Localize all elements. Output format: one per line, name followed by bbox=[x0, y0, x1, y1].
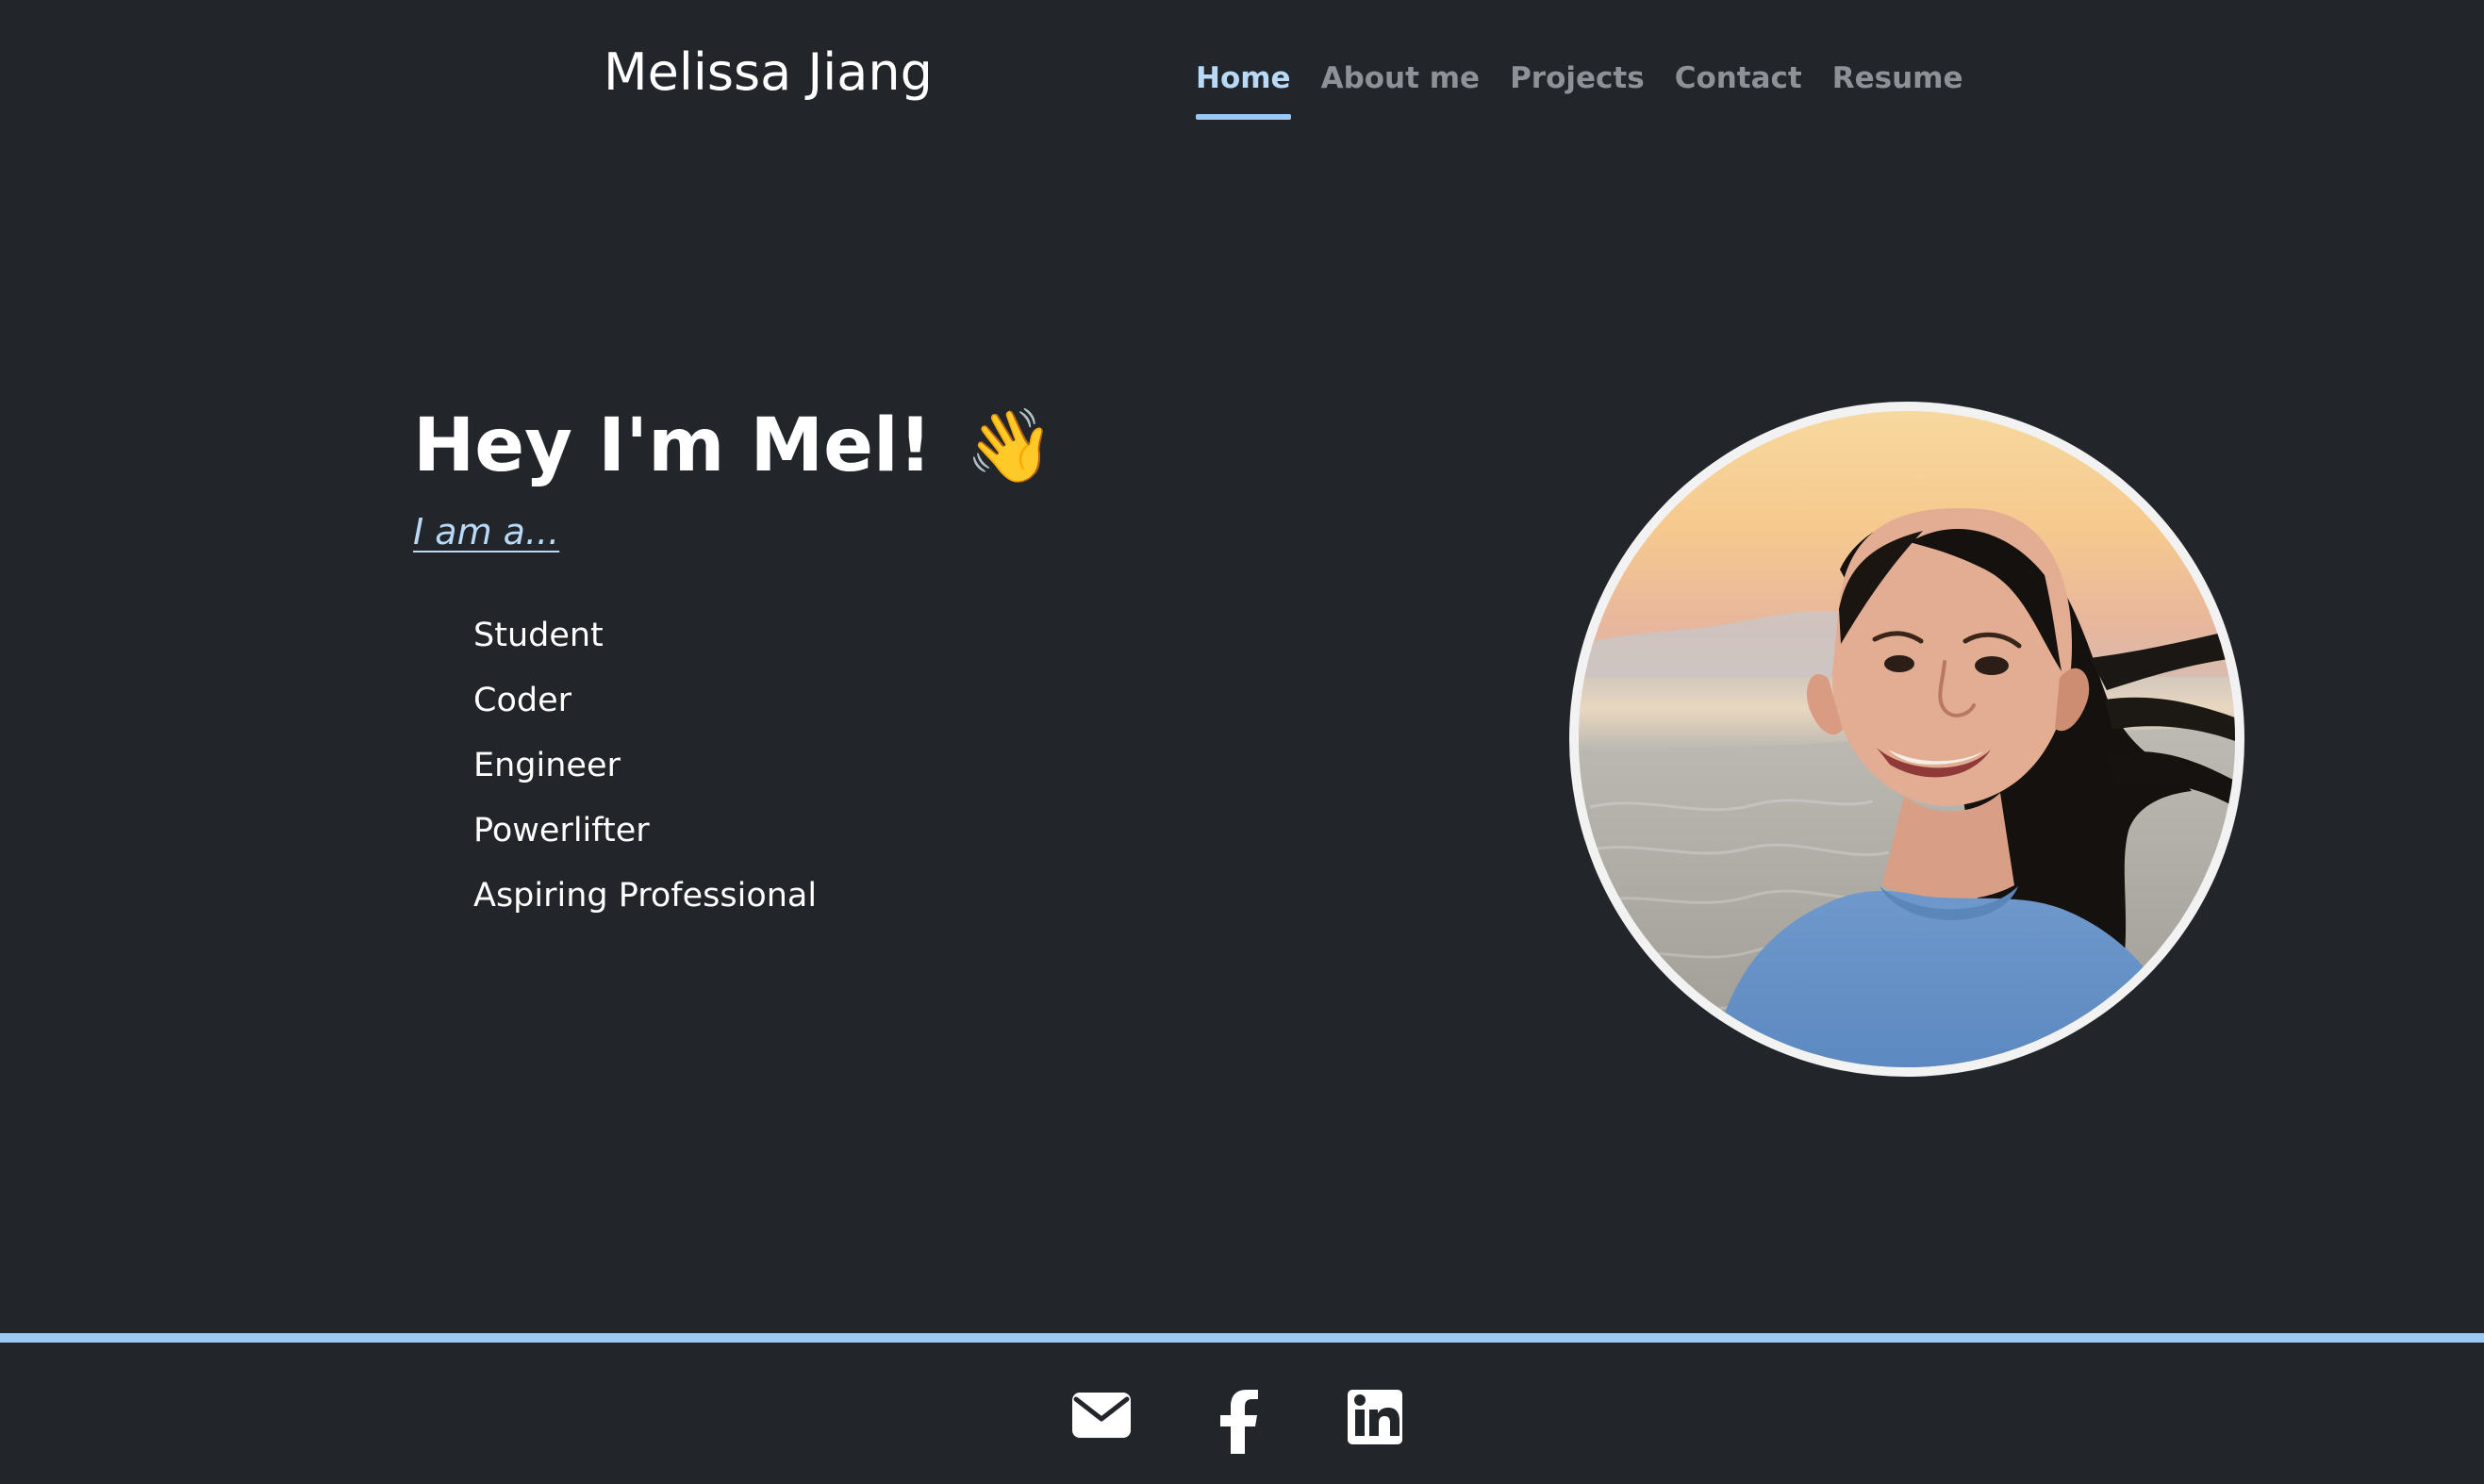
nav-home[interactable]: Home bbox=[1196, 57, 1291, 120]
footer-divider bbox=[0, 1333, 2484, 1343]
role-item-powerlifter: Powerlifter bbox=[473, 812, 650, 849]
role-item-student: Student bbox=[473, 617, 604, 654]
profile-photo-frame bbox=[1569, 402, 2244, 1077]
nav-resume[interactable]: Resume bbox=[1832, 57, 1963, 100]
role-item-engineer: Engineer bbox=[473, 747, 621, 784]
nav-projects[interactable]: Projects bbox=[1510, 57, 1645, 100]
facebook-icon[interactable] bbox=[1220, 1390, 1260, 1454]
nav-about-me[interactable]: About me bbox=[1321, 57, 1481, 100]
email-icon[interactable] bbox=[1071, 1390, 1132, 1448]
hero-heading-text: Hey I'm Mel! bbox=[413, 404, 933, 488]
role-item-coder: Coder bbox=[473, 682, 571, 719]
footer bbox=[0, 1343, 2484, 1484]
site-title[interactable]: Melissa Jiang bbox=[604, 40, 933, 106]
hero-heading: Hey I'm Mel! 👋 bbox=[413, 396, 1054, 496]
role-list: Student Coder Engineer Powerlifter Aspir… bbox=[473, 603, 817, 929]
linkedin-icon[interactable] bbox=[1348, 1390, 1402, 1448]
nav-contact[interactable]: Contact bbox=[1675, 57, 1802, 100]
profile-photo-illustration bbox=[1579, 411, 2235, 1067]
i-am-a-link[interactable]: I am a... bbox=[413, 511, 559, 552]
role-item-aspiring-professional: Aspiring Professional bbox=[473, 877, 818, 915]
waving-hand-icon: 👋 bbox=[965, 404, 1055, 487]
main-navigation: Home About me Projects Contact Resume bbox=[1196, 57, 1963, 132]
profile-photo bbox=[1579, 411, 2235, 1067]
